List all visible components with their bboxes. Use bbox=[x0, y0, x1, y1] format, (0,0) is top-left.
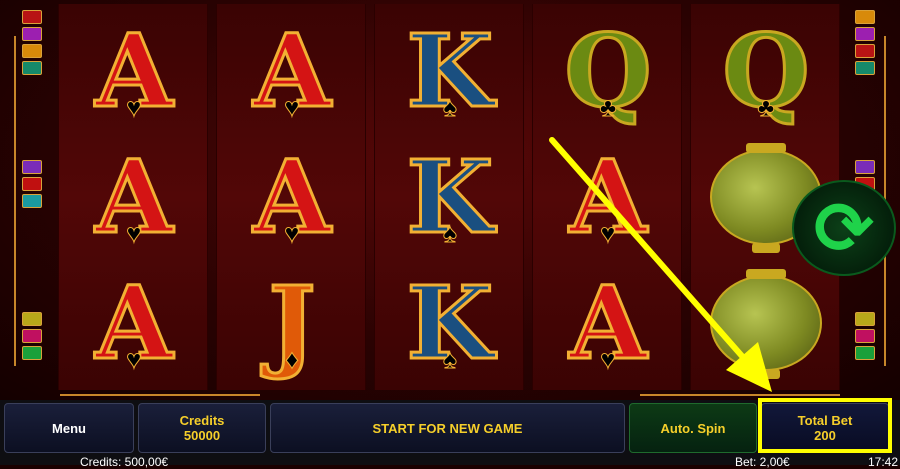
credits-label: Credits bbox=[179, 413, 225, 428]
bet-info: Bet: 2,00€ bbox=[735, 455, 790, 469]
game-stage: A ♥ A ♥ A ♥ A ♥ A ♥ J ♦ K ♠ K ♠ K ♠ Q ♣ A ♥ A ♥ Q ♣ ⟳ bbox=[0, 0, 900, 400]
credits-value: 50000 bbox=[183, 428, 221, 443]
start-game-button[interactable]: START FOR NEW GAME bbox=[270, 403, 625, 453]
credits-button[interactable]: Credits 50000 bbox=[138, 403, 266, 453]
menu-label: Menu bbox=[52, 420, 86, 436]
credits-info: Credits: 500,00€ bbox=[80, 455, 169, 469]
total-bet-highlight-box bbox=[758, 398, 892, 453]
start-label: START FOR NEW GAME bbox=[372, 420, 523, 436]
auto-spin-button[interactable]: Auto. Spin bbox=[629, 403, 757, 453]
highlight-arrow bbox=[549, 137, 772, 392]
menu-button[interactable]: Menu bbox=[4, 403, 134, 453]
clock: 17:42 bbox=[868, 455, 899, 469]
arrow-shaft bbox=[549, 137, 759, 375]
auto-spin-label: Auto. Spin bbox=[660, 420, 726, 436]
